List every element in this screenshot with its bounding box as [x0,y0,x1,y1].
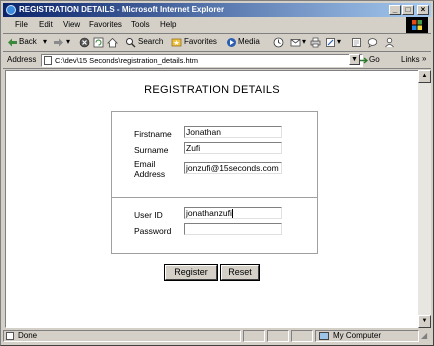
go-button[interactable]: Go [369,55,380,64]
search-button[interactable]: Search [138,37,163,46]
history-icon[interactable] [273,37,284,48]
userid-input[interactable]: jonathanzufi [184,207,282,219]
media-button[interactable]: Media [238,37,260,46]
password-input[interactable] [184,223,282,235]
browser-window: REGISTRATION DETAILS - Microsoft Interne… [0,0,434,346]
minimize-button[interactable]: _ [389,5,401,15]
back-dropdown-icon[interactable]: ▾ [43,37,47,46]
menu-view[interactable]: View [63,20,80,29]
page-done-icon [6,332,14,340]
window-title: REGISTRATION DETAILS - Microsoft Interne… [19,5,225,14]
close-button[interactable]: × [417,5,429,15]
reset-button[interactable]: Reset [220,264,260,281]
page-icon [44,56,52,65]
surname-label: Surname [134,145,169,155]
page-content: REGISTRATION DETAILS Firstname Jonathan … [5,70,419,328]
vertical-scrollbar[interactable]: ▲ ▼ [418,70,431,328]
favorites-button[interactable]: Favorites [184,37,217,46]
email-input[interactable]: jonzufi@15seconds.com [184,162,282,174]
register-button[interactable]: Register [164,264,218,281]
refresh-icon[interactable] [93,37,104,48]
search-icon[interactable] [125,37,136,48]
back-arrow-icon[interactable] [7,37,18,48]
menu-bar: File Edit View Favorites Tools Help [3,18,431,34]
status-panel-1 [243,330,265,342]
media-icon[interactable] [226,37,237,48]
form-divider [112,197,317,198]
stop-icon[interactable] [79,37,90,48]
scroll-up-icon[interactable]: ▲ [418,70,431,83]
firstname-input[interactable]: Jonathan [184,126,282,138]
windows-logo-icon [406,17,428,33]
status-bar: Done My Computer ◢ [3,329,431,343]
standard-toolbar: Back ▾ ▾ Search Favorites Media ▾ ▾ [3,34,431,52]
links-button[interactable]: Links [401,55,420,64]
status-text: Done [18,331,38,340]
ie-icon [6,5,16,15]
status-panel-2 [267,330,289,342]
computer-icon [319,332,329,340]
address-bar: Address C:\dev\15 Seconds\registration_d… [3,52,431,69]
mail-dropdown-icon[interactable]: ▾ [302,37,306,46]
page-title: REGISTRATION DETAILS [144,84,280,96]
status-text-panel: Done [3,330,241,342]
menu-help[interactable]: Help [160,20,176,29]
title-bar: REGISTRATION DETAILS - Microsoft Interne… [3,3,431,17]
address-input[interactable]: C:\dev\15 Seconds\registration_details.h… [41,54,363,67]
email-label: Email Address [134,159,166,179]
user-icon[interactable] [384,37,395,48]
mail-icon[interactable] [290,37,301,48]
surname-input[interactable]: Zufi [184,142,282,154]
password-label: Password [134,226,172,236]
forward-dropdown-icon[interactable]: ▾ [66,37,70,46]
favorites-icon[interactable] [171,37,182,48]
edit-icon[interactable] [325,37,336,48]
maximize-button[interactable]: □ [402,5,414,15]
menu-file[interactable]: File [15,20,28,29]
menu-tools[interactable]: Tools [131,20,150,29]
status-panel-3 [291,330,313,342]
registration-form: Firstname Jonathan Surname Zufi Email Ad… [111,111,318,254]
menu-favorites[interactable]: Favorites [89,20,122,29]
home-icon[interactable] [107,37,118,48]
print-icon[interactable] [310,37,321,48]
address-label: Address [7,55,37,64]
edit-dropdown-icon[interactable]: ▾ [337,37,341,46]
resize-grip-icon[interactable]: ◢ [421,331,427,340]
firstname-label: Firstname [134,129,172,139]
back-button[interactable]: Back [19,37,37,46]
messenger-icon[interactable] [367,37,378,48]
discuss-icon[interactable] [351,37,362,48]
forward-arrow-icon[interactable] [53,37,64,48]
text-caret [231,209,233,218]
links-chevron-icon[interactable]: » [422,54,426,63]
zone-text: My Computer [333,331,382,340]
scroll-down-icon[interactable]: ▼ [418,315,431,328]
menu-edit[interactable]: Edit [39,20,53,29]
zone-panel: My Computer [315,330,419,342]
userid-label: User ID [134,210,163,220]
